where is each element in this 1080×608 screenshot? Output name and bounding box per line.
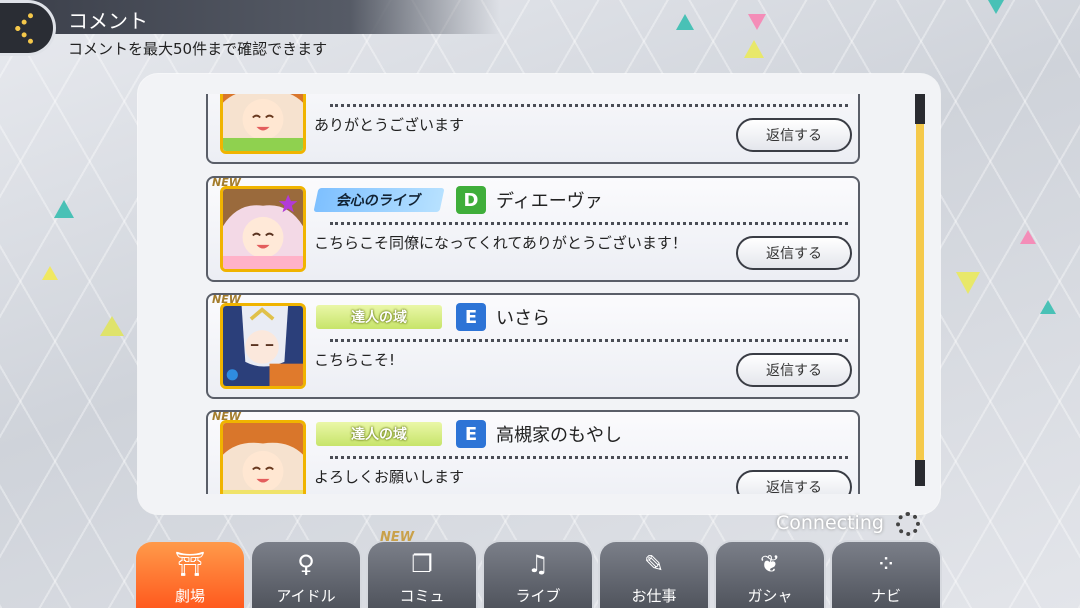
nav-label: アイドル: [276, 587, 336, 605]
reply-button[interactable]: 返信する: [736, 470, 852, 494]
avatar[interactable]: [220, 94, 306, 154]
nav-label: ナビ: [870, 587, 901, 605]
nav-live[interactable]: ♫ ライブ: [482, 540, 594, 608]
username: いさら: [496, 308, 550, 329]
scrollbar-bottom-cap: [915, 460, 925, 486]
music-note-icon: ♫: [527, 550, 549, 578]
rank-badge: E: [456, 303, 486, 331]
title-badge: 達人の域: [316, 422, 442, 446]
back-button[interactable]: [0, 0, 56, 56]
comment-card: NEW 達人の域 E いさら こちらこそ! 返信する: [206, 293, 860, 399]
commu-icon: ❐: [411, 550, 433, 578]
theater-icon: ⛩: [174, 550, 206, 578]
reply-button[interactable]: 返信する: [736, 118, 852, 152]
bottom-nav: ⛩ 劇場 ♀ アイドル NEW ❐ コミュ ♫ ライブ ✎ お仕事 ❦ ガシャ …: [134, 530, 954, 608]
idol-portrait-icon: [223, 94, 303, 151]
comment-text: こちらこそ!: [314, 351, 396, 369]
decor-triangle: [676, 14, 694, 30]
scrollbar-top-cap[interactable]: [915, 94, 925, 124]
reply-button[interactable]: 返信する: [736, 353, 852, 387]
comment-card: NEW 会心のライブ D ディエーヴァ こちらこそ同僚になってくれてありがとうご…: [206, 176, 860, 282]
decor-triangle: [1040, 300, 1056, 314]
reply-button[interactable]: 返信する: [736, 236, 852, 270]
decor-triangle: [54, 200, 74, 218]
comment-list[interactable]: ありがとうございます 返信する NEW 会心のライブ D ディエーヴァ こちらこ…: [206, 94, 866, 494]
comment-panel: ありがとうございます 返信する NEW 会心のライブ D ディエーヴァ こちらこ…: [138, 74, 940, 514]
connecting-status: Connecting: [776, 512, 884, 534]
avatar[interactable]: [220, 420, 306, 494]
comment-text: こちらこそ同僚になってくれてありがとうございます！: [314, 234, 687, 252]
decor-triangle: [744, 40, 764, 58]
chevron-left-icon: [14, 11, 47, 45]
nav-label: 劇場: [174, 587, 205, 605]
butterfly-icon: ❦: [759, 550, 781, 578]
nav-work[interactable]: ✎ お仕事: [598, 540, 710, 608]
idol-portrait-icon: [223, 306, 303, 386]
page-title: コメント: [68, 9, 148, 33]
nav-commu[interactable]: NEW ❐ コミュ: [366, 530, 478, 608]
decor-triangle: [1020, 230, 1036, 244]
title-badge: 達人の域: [316, 305, 442, 329]
decor-triangle: [988, 0, 1004, 14]
divider: [330, 104, 848, 107]
avatar[interactable]: [220, 186, 306, 272]
nav-navi[interactable]: ⁘ ナビ: [830, 540, 942, 608]
nav-theater[interactable]: ⛩ 劇場: [134, 540, 246, 608]
idol-portrait-icon: [223, 189, 303, 269]
decor-triangle: [42, 266, 58, 280]
idol-icon: ♀: [297, 550, 315, 578]
avatar[interactable]: [220, 303, 306, 389]
nav-label: コミュ: [399, 587, 445, 605]
nav-gacha[interactable]: ❦ ガシャ: [714, 540, 826, 608]
nav-label: ライブ: [515, 587, 561, 605]
comment-card: ありがとうございます 返信する: [206, 94, 860, 164]
username: 高槻家のもやし: [496, 425, 622, 446]
divider: [330, 222, 848, 225]
page-subtitle: コメントを最大50件まで確認できます: [68, 40, 328, 58]
grid-dots-icon: ⁘: [875, 550, 897, 578]
scrollbar[interactable]: [915, 94, 925, 486]
username: ディエーヴァ: [496, 191, 603, 212]
decor-triangle: [956, 272, 980, 294]
comment-text: よろしくお願いします: [314, 468, 465, 486]
comment-card: NEW 達人の域 E 高槻家のもやし よろしくお願いします 返信する: [206, 410, 860, 494]
rank-badge: E: [456, 420, 486, 448]
divider: [330, 456, 848, 459]
new-badge: NEW: [380, 530, 415, 545]
clipboard-icon: ✎: [643, 550, 665, 578]
nav-idol[interactable]: ♀ アイドル: [250, 540, 362, 608]
decor-triangle: [748, 14, 766, 30]
divider: [330, 339, 848, 342]
nav-label: お仕事: [631, 587, 677, 605]
rank-badge: D: [456, 186, 486, 214]
title-badge: 会心のライブ: [313, 188, 445, 212]
comment-text: ありがとうございます: [314, 116, 465, 134]
nav-label: ガシャ: [747, 587, 793, 605]
loading-spinner-icon: [896, 512, 920, 536]
decor-triangle: [100, 316, 124, 336]
idol-portrait-icon: [223, 423, 303, 494]
header: コメント コメントを最大50件まで確認できます: [0, 0, 520, 62]
